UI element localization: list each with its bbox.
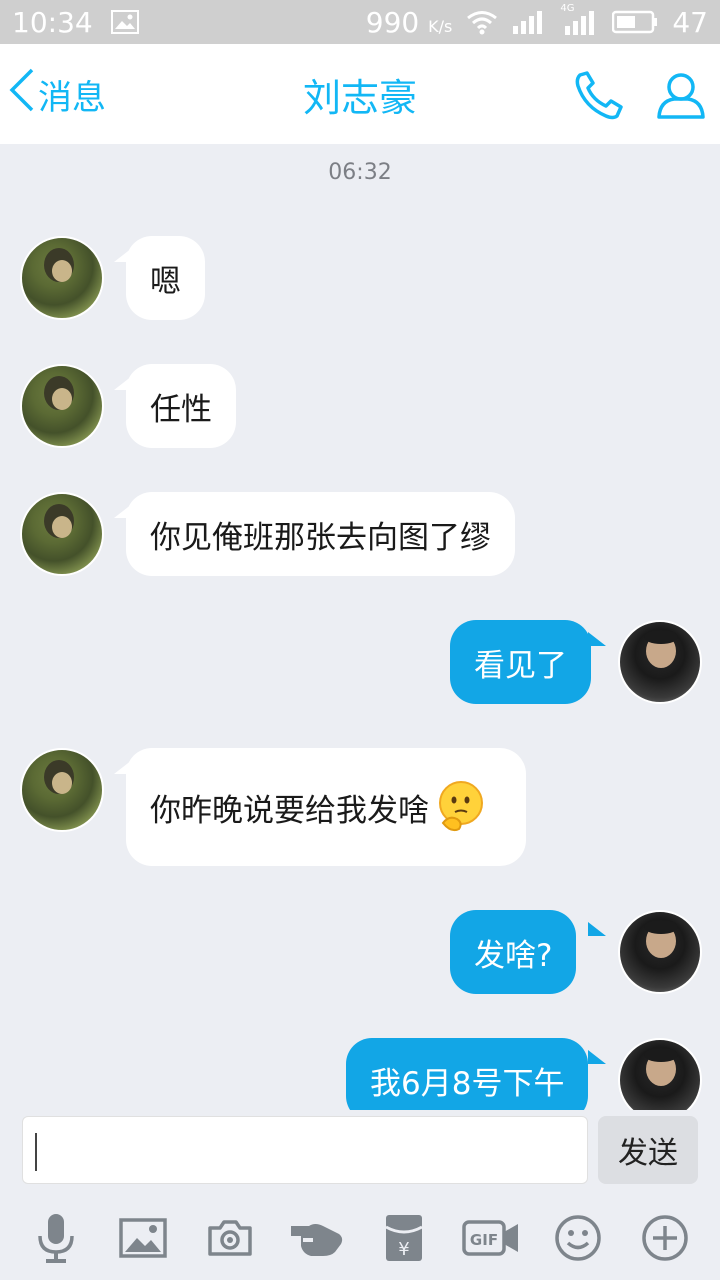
message-text: 嗯 xyxy=(150,263,181,300)
picture-icon[interactable] xyxy=(111,1206,175,1270)
signal-4g-icon: 4G xyxy=(560,3,598,35)
image-icon xyxy=(110,10,139,34)
back-button[interactable]: 消息 xyxy=(8,44,106,144)
red-packet-icon[interactable]: ¥ xyxy=(372,1206,436,1270)
message-text: 你见俺班那张去向图了缪 xyxy=(150,519,491,556)
message-bubble[interactable]: 看见了 xyxy=(450,620,591,704)
battery-level: 47 xyxy=(672,5,708,39)
status-bar: 10:34 990 K/s 4G 47 xyxy=(0,0,720,44)
signal-icon xyxy=(512,10,546,34)
network-type: 4G xyxy=(560,3,575,14)
back-chevron-icon xyxy=(8,68,38,121)
status-time: 10:34 xyxy=(12,5,93,39)
friend-avatar[interactable] xyxy=(20,492,104,576)
battery-icon xyxy=(612,10,658,34)
poke-hand-icon[interactable] xyxy=(285,1206,349,1270)
my-avatar[interactable] xyxy=(618,910,702,994)
message-bubble[interactable]: 嗯 xyxy=(126,236,205,320)
chat-timestamp: 06:32 xyxy=(328,160,392,185)
message-text: 任性 xyxy=(150,391,212,428)
network-speed: 990 K/s xyxy=(365,5,453,39)
plus-icon[interactable] xyxy=(633,1206,697,1270)
friend-avatar[interactable] xyxy=(20,748,104,832)
message-bubble[interactable]: 你昨晚说要给我发啥 xyxy=(126,748,526,866)
wifi-icon xyxy=(466,9,498,35)
friend-avatar[interactable] xyxy=(20,236,104,320)
gif-icon[interactable]: GIF xyxy=(459,1206,523,1270)
composer: 发送 xyxy=(0,1110,720,1190)
message-text: 发啥? xyxy=(474,937,553,974)
chat-header: 消息 刘志豪 xyxy=(0,44,720,144)
input-toolbar: ¥ GIF xyxy=(0,1196,720,1280)
phone-icon[interactable] xyxy=(572,68,626,122)
emoji-icon[interactable] xyxy=(546,1206,610,1270)
message-input[interactable] xyxy=(22,1116,588,1184)
svg-text:¥: ¥ xyxy=(398,1239,409,1260)
message-bubble[interactable]: 你见俺班那张去向图了缪 xyxy=(126,492,515,576)
message-bubble[interactable]: 我6月8号下午 xyxy=(346,1038,589,1110)
back-label: 消息 xyxy=(38,77,106,118)
message-bubble[interactable]: 发啥? xyxy=(450,910,577,994)
send-button[interactable]: 发送 xyxy=(598,1116,698,1184)
message-bubble[interactable]: 任性 xyxy=(126,364,236,448)
message-text: 我6月8号下午 xyxy=(370,1065,565,1102)
camera-icon[interactable] xyxy=(198,1206,262,1270)
message-text: 看见了 xyxy=(474,647,567,684)
profile-icon[interactable] xyxy=(654,68,708,122)
thinking-face-emoji xyxy=(433,779,489,835)
message-text: 你昨晚说要给我发啥 xyxy=(150,792,429,829)
message-list[interactable]: 06:32 嗯 任性 你见俺班那张去向图了缪 看见了 你昨晚说要给我发啥 发啥?… xyxy=(0,144,720,1110)
my-avatar[interactable] xyxy=(618,620,702,704)
friend-avatar[interactable] xyxy=(20,364,104,448)
my-avatar[interactable] xyxy=(618,1038,702,1110)
svg-text:GIF: GIF xyxy=(469,1231,497,1249)
microphone-icon[interactable] xyxy=(24,1206,88,1270)
text-caret xyxy=(35,1133,37,1171)
